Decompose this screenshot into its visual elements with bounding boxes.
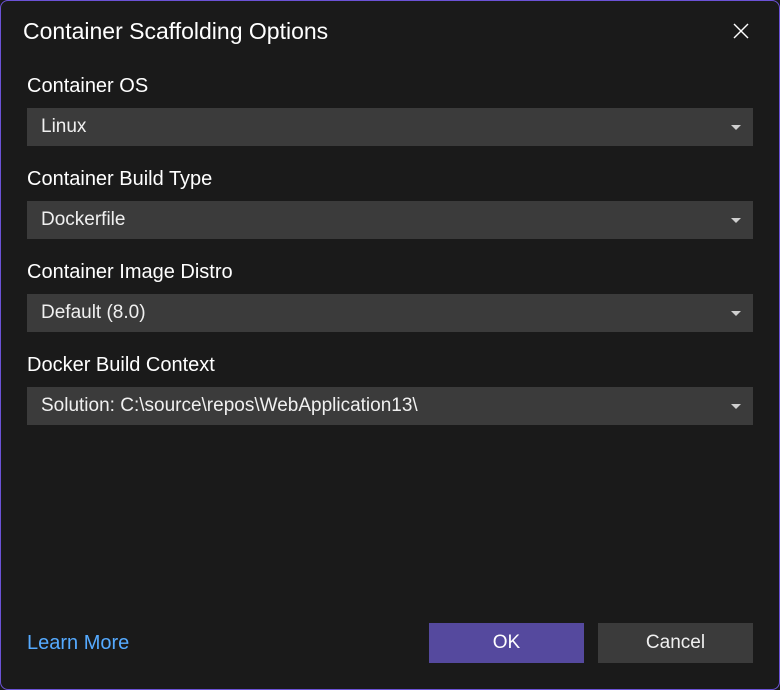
dropdown-image-distro[interactable]: Default (8.0) bbox=[27, 294, 753, 332]
label-image-distro: Container Image Distro bbox=[27, 261, 753, 284]
dropdown-value-image-distro: Default (8.0) bbox=[41, 302, 146, 324]
field-build-type: Container Build Type Dockerfile bbox=[27, 168, 753, 239]
field-build-context: Docker Build Context Solution: C:\source… bbox=[27, 354, 753, 425]
ok-button[interactable]: OK bbox=[429, 623, 584, 663]
field-container-os: Container OS Linux bbox=[27, 75, 753, 146]
label-container-os: Container OS bbox=[27, 75, 753, 98]
dropdown-build-context[interactable]: Solution: C:\source\repos\WebApplication… bbox=[27, 387, 753, 425]
close-icon bbox=[732, 22, 750, 40]
chevron-down-icon bbox=[731, 404, 741, 409]
dropdown-value-build-context: Solution: C:\source\repos\WebApplication… bbox=[41, 395, 418, 417]
dropdown-container-os[interactable]: Linux bbox=[27, 108, 753, 146]
dialog-content: Container OS Linux Container Build Type … bbox=[1, 57, 779, 603]
field-image-distro: Container Image Distro Default (8.0) bbox=[27, 261, 753, 332]
dialog-footer: Learn More OK Cancel bbox=[1, 603, 779, 689]
label-build-type: Container Build Type bbox=[27, 168, 753, 191]
close-button[interactable] bbox=[725, 15, 757, 47]
chevron-down-icon bbox=[731, 311, 741, 316]
learn-more-link[interactable]: Learn More bbox=[27, 632, 129, 655]
label-build-context: Docker Build Context bbox=[27, 354, 753, 377]
dropdown-build-type[interactable]: Dockerfile bbox=[27, 201, 753, 239]
dropdown-value-container-os: Linux bbox=[41, 116, 86, 138]
scaffolding-dialog: Container Scaffolding Options Container … bbox=[0, 0, 780, 690]
dialog-title: Container Scaffolding Options bbox=[23, 18, 328, 45]
titlebar: Container Scaffolding Options bbox=[1, 1, 779, 57]
cancel-button[interactable]: Cancel bbox=[598, 623, 753, 663]
chevron-down-icon bbox=[731, 125, 741, 130]
chevron-down-icon bbox=[731, 218, 741, 223]
dropdown-value-build-type: Dockerfile bbox=[41, 209, 125, 231]
